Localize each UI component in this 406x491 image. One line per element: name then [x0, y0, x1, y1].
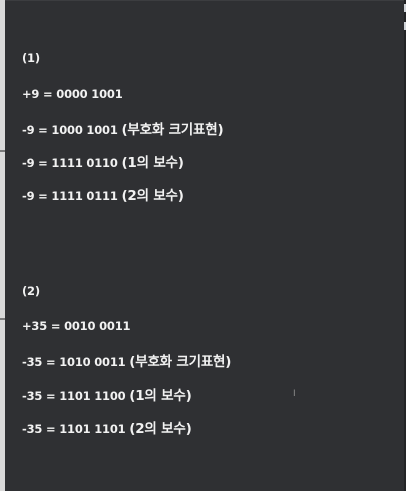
- section-2-line-3: -35 = 1101 1100 (1의 보수): [22, 384, 192, 404]
- section-2-line-2: -35 = 1010 0011 (부호화 크기표현): [22, 350, 231, 370]
- section-1-line-1: +9 = 0000 1001: [22, 86, 123, 102]
- section-1-heading: (1): [22, 51, 40, 65]
- expression: +9 = 0000 1001: [22, 87, 123, 101]
- section-2-line-1: +35 = 0010 0011: [22, 318, 131, 334]
- expression: -35 = 1101 1100: [22, 389, 130, 403]
- section-2-line-4: -35 = 1101 1101 (2의 보수): [22, 417, 192, 437]
- note: (부호화 크기표현): [129, 354, 232, 370]
- edge-mark: [0, 318, 5, 320]
- left-window-edge: [0, 0, 5, 491]
- top-edge: [5, 0, 406, 1]
- note: (1의 보수): [129, 388, 192, 404]
- note: (1의 보수): [121, 155, 184, 171]
- note: (2의 보수): [121, 188, 184, 204]
- expression: -9 = 1111 0110: [22, 156, 122, 170]
- expression: -35 = 1010 0011: [22, 355, 130, 369]
- expression: +35 = 0010 0011: [22, 319, 131, 333]
- note: (부호화 크기표현): [121, 122, 224, 138]
- section-1-line-4: -9 = 1111 0111 (2의 보수): [22, 184, 184, 204]
- expression: -9 = 1111 0111: [22, 189, 122, 203]
- edge-mark: [0, 150, 5, 152]
- section-2-heading: (2): [22, 284, 40, 298]
- text-cursor-icon: I: [293, 389, 296, 399]
- section-1-line-2: -9 = 1000 1001 (부호화 크기표현): [22, 118, 224, 138]
- note: (2의 보수): [129, 421, 192, 437]
- expression: -35 = 1101 1101: [22, 422, 130, 436]
- expression: -9 = 1000 1001: [22, 123, 122, 137]
- section-1-line-3: -9 = 1111 0110 (1의 보수): [22, 151, 184, 171]
